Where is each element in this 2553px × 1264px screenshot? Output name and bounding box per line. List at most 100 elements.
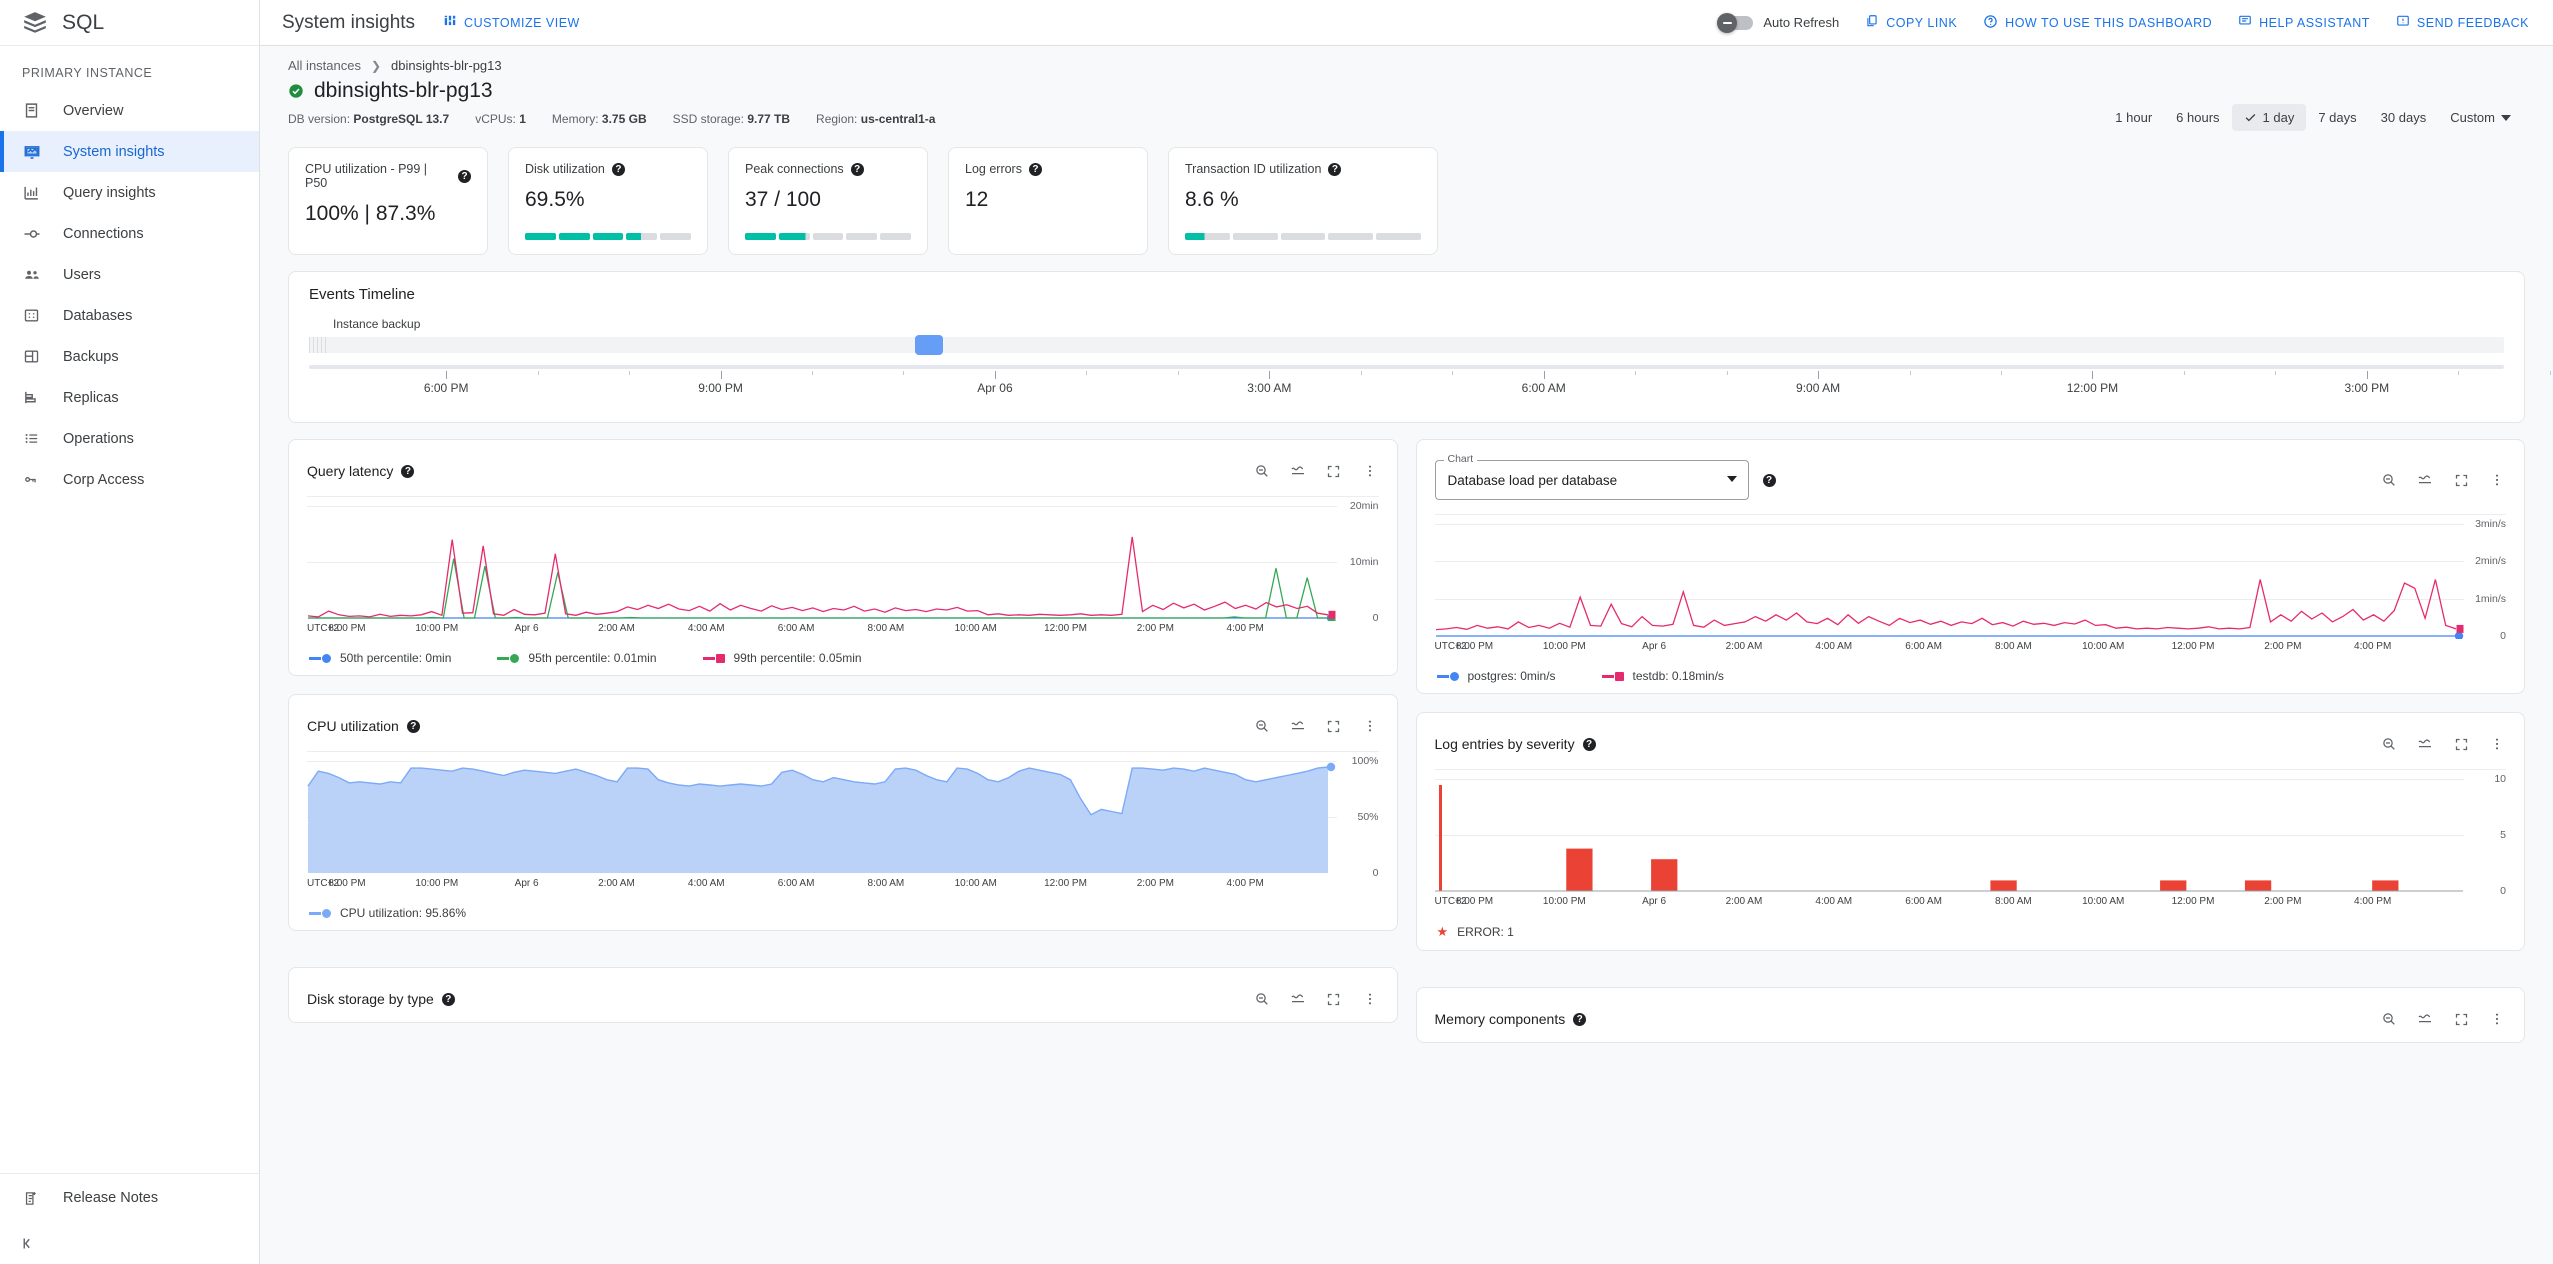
legend-item[interactable]: ★ ERROR: 1 — [1437, 924, 1514, 940]
help-icon[interactable]: ? — [1573, 1012, 1587, 1026]
breadcrumb-all-instances[interactable]: All instances — [288, 58, 361, 73]
expand-icon[interactable] — [1325, 717, 1343, 735]
plot-log-entries[interactable]: 0 5 10 — [1434, 773, 2506, 897]
kpi-card-cpu-utilization[interactable]: CPU utilization - P99 | P50 ? 100% | 87.… — [288, 147, 488, 255]
help-icon[interactable]: ? — [458, 169, 471, 183]
bar[interactable] — [2244, 880, 2271, 891]
zoom-out-icon[interactable] — [1253, 717, 1271, 735]
kpi-card-disk-utilization[interactable]: Disk utilization ? 69.5% — [508, 147, 708, 255]
sidebar-item-operations[interactable]: Operations — [0, 418, 259, 459]
sidebar-item-connections[interactable]: Connections — [0, 213, 259, 254]
help-icon[interactable]: ? — [1582, 737, 1596, 751]
expand-icon[interactable] — [2452, 1010, 2470, 1028]
bar[interactable] — [2371, 880, 2398, 891]
chart-toolbar — [1253, 717, 1379, 735]
sidebar-item-label: Overview — [63, 102, 124, 119]
legend-item[interactable]: postgres: 0min/s — [1436, 669, 1556, 683]
brand[interactable]: SQL — [0, 0, 259, 46]
help-icon[interactable]: ? — [1028, 162, 1042, 176]
legend-item[interactable]: CPU utilization: 95.86% — [309, 906, 466, 920]
legend-item[interactable]: 95th percentile: 0.01min — [497, 651, 657, 665]
chevron-down-icon[interactable] — [1726, 476, 1737, 482]
compare-icon[interactable] — [2416, 735, 2434, 753]
how-to-use-button[interactable]: HOW TO USE THIS DASHBOARD — [1983, 14, 2212, 32]
more-vert-icon[interactable] — [2488, 735, 2506, 753]
plot-query-latency[interactable]: 0 10min 20min — [307, 500, 1379, 624]
sidebar-item-corp-access[interactable]: Corp Access — [0, 459, 259, 500]
kpi-card-peak-connections[interactable]: Peak connections ? 37 / 100 — [728, 147, 928, 255]
sidebar-item-overview[interactable]: Overview — [0, 90, 259, 131]
compare-icon[interactable] — [2416, 1010, 2434, 1028]
kpi-card-log-errors[interactable]: Log errors ? 12 — [948, 147, 1148, 255]
copy-link-button[interactable]: COPY LINK — [1865, 14, 1957, 31]
more-vert-icon[interactable] — [2488, 1010, 2506, 1028]
events-axis-label: 3:00 PM — [2344, 381, 2390, 395]
help-icon[interactable]: ? — [406, 719, 420, 733]
series-line[interactable] — [1435, 579, 2456, 631]
help-icon[interactable]: ? — [611, 162, 625, 176]
expand-icon[interactable] — [2452, 471, 2470, 489]
legend-item[interactable]: 99th percentile: 0.05min — [702, 651, 862, 665]
help-icon[interactable]: ? — [441, 992, 455, 1006]
sidebar-item-users[interactable]: Users — [0, 254, 259, 295]
chart-select[interactable]: Database load per database Chart — [1434, 453, 1749, 500]
bar[interactable] — [2159, 880, 2186, 891]
bar[interactable] — [1565, 848, 1593, 891]
help-icon[interactable]: ? — [1328, 162, 1342, 176]
auto-refresh-toggle[interactable] — [1717, 12, 1754, 33]
legend-item[interactable]: 50th percentile: 0min — [309, 651, 451, 665]
zoom-out-icon[interactable] — [1253, 990, 1271, 1008]
compare-icon[interactable] — [2416, 471, 2434, 489]
help-assistant-button[interactable]: HELP ASSISTANT — [2238, 14, 2370, 31]
plot-database-load[interactable]: 0 1min/s 2min/s 3min/s — [1434, 518, 2506, 642]
legend-item[interactable]: testdb: 0.18min/s — [1601, 669, 1724, 683]
kpi-progress-bar — [525, 233, 691, 240]
range-1-day[interactable]: 1 day — [2231, 104, 2307, 131]
charts-right-column: Database load per database Chart ? 0 1mi… — [1415, 439, 2525, 1043]
auto-refresh-toggle-wrap[interactable]: Auto Refresh — [1717, 12, 1839, 33]
more-vert-icon[interactable] — [1361, 990, 1379, 1008]
compare-icon[interactable] — [1289, 462, 1307, 480]
events-track[interactable] — [309, 335, 2504, 355]
chart-select-box[interactable]: Database load per database — [1434, 460, 1749, 500]
more-vert-icon[interactable] — [1361, 462, 1379, 480]
bar[interactable] — [1438, 785, 1442, 891]
range-6-hours[interactable]: 6 hours — [2164, 104, 2231, 131]
send-feedback-button[interactable]: SEND FEEDBACK — [2396, 14, 2529, 31]
chart-header: Database load per database Chart ? — [1434, 453, 2507, 506]
expand-icon[interactable] — [2452, 735, 2470, 753]
events-axis — [309, 365, 2551, 379]
more-vert-icon[interactable] — [2488, 471, 2506, 489]
bar[interactable] — [1650, 859, 1677, 891]
sidebar-item-databases[interactable]: Databases — [0, 295, 259, 336]
zoom-out-icon[interactable] — [2380, 735, 2398, 753]
sidebar-item-replicas[interactable]: Replicas — [0, 377, 259, 418]
expand-icon[interactable] — [1325, 990, 1343, 1008]
range-7-days[interactable]: 7 days — [2306, 104, 2368, 131]
bar[interactable] — [1989, 880, 2017, 891]
customize-view-button[interactable]: CUSTOMIZE VIEW — [443, 14, 580, 31]
help-icon[interactable]: ? — [1762, 473, 1776, 487]
event-instance-backup-block[interactable] — [914, 335, 943, 355]
sidebar-item-query-insights[interactable]: Query insights — [0, 172, 259, 213]
expand-icon[interactable] — [1325, 462, 1343, 480]
series-line[interactable] — [307, 536, 1329, 618]
range-custom[interactable]: Custom — [2438, 104, 2523, 131]
compare-icon[interactable] — [1289, 990, 1307, 1008]
plot-cpu-utilization[interactable]: 0 50% 100% — [307, 755, 1379, 879]
zoom-out-icon[interactable] — [2380, 1010, 2398, 1028]
range-1-hour[interactable]: 1 hour — [2103, 104, 2164, 131]
zoom-out-icon[interactable] — [2380, 471, 2398, 489]
sidebar-item-system-insights[interactable]: System insights — [0, 131, 259, 172]
help-icon[interactable]: ? — [850, 162, 864, 176]
kpi-card-transaction-id-utilization[interactable]: Transaction ID utilization ? 8.6 % — [1168, 147, 1438, 255]
zoom-out-icon[interactable] — [1253, 462, 1271, 480]
more-vert-icon[interactable] — [1361, 717, 1379, 735]
compare-icon[interactable] — [1289, 717, 1307, 735]
help-icon[interactable]: ? — [401, 464, 415, 478]
chart-card-cpu-utilization: CPU utilization ? 0 50% 100% UTC+2 8:00 … — [288, 694, 1398, 931]
range-30-days[interactable]: 30 days — [2369, 104, 2439, 131]
sidebar-item-backups[interactable]: Backups — [0, 336, 259, 377]
sidebar-item-release-notes[interactable]: Release Notes — [0, 1174, 259, 1222]
collapse-panel-icon[interactable] — [0, 1222, 259, 1264]
